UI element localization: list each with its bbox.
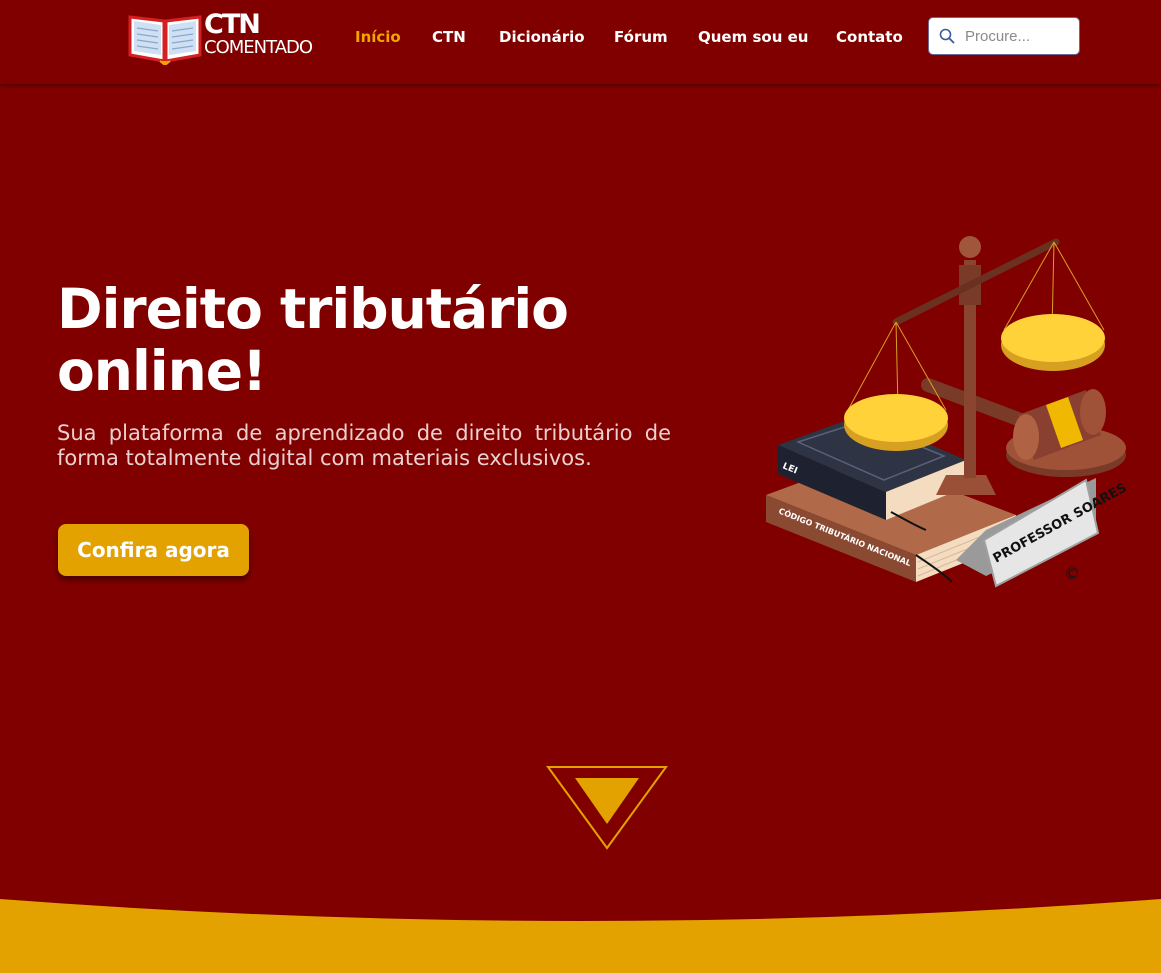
copyright-mark: © <box>1064 564 1080 583</box>
search-input[interactable] <box>965 26 1073 46</box>
justice-scale-illustration: CÓDIGO TRIBUTÁRIO NACIONAL LEI PROFESSOR… <box>766 236 1130 588</box>
nav-item-ctn[interactable]: CTN <box>432 28 466 46</box>
site-header: CTN COMENTADO Início CTN Dicionário Fóru… <box>0 0 1161 84</box>
hero-title-line-1: Direito tributário <box>57 277 569 341</box>
hero-title-line-2: online! <box>57 339 267 403</box>
logo-text-ctn: CTN <box>204 9 261 40</box>
search-icon[interactable] <box>939 28 955 44</box>
bottom-wave-divider <box>0 899 1161 973</box>
hero-title: Direito tributário online! <box>57 278 617 402</box>
search-box[interactable] <box>928 17 1080 55</box>
nav-item-inicio[interactable]: Início <box>355 28 401 46</box>
nav-item-contato[interactable]: Contato <box>836 28 903 46</box>
scroll-down-arrow-icon[interactable] <box>545 764 669 852</box>
nav-item-forum[interactable]: Fórum <box>614 28 668 46</box>
site-logo[interactable]: CTN COMENTADO <box>128 9 328 67</box>
confira-agora-button[interactable]: Confira agora <box>58 524 249 576</box>
nav-item-dicionario[interactable]: Dicionário <box>499 28 585 46</box>
scale-top-knob <box>959 236 981 258</box>
nav-item-quem-sou-eu[interactable]: Quem sou eu <box>698 28 808 46</box>
hero-subtitle: Sua plataforma de aprendizado de direito… <box>57 421 671 470</box>
open-book-logo-icon <box>128 15 202 65</box>
logo-text-comentado: COMENTADO <box>204 37 313 58</box>
